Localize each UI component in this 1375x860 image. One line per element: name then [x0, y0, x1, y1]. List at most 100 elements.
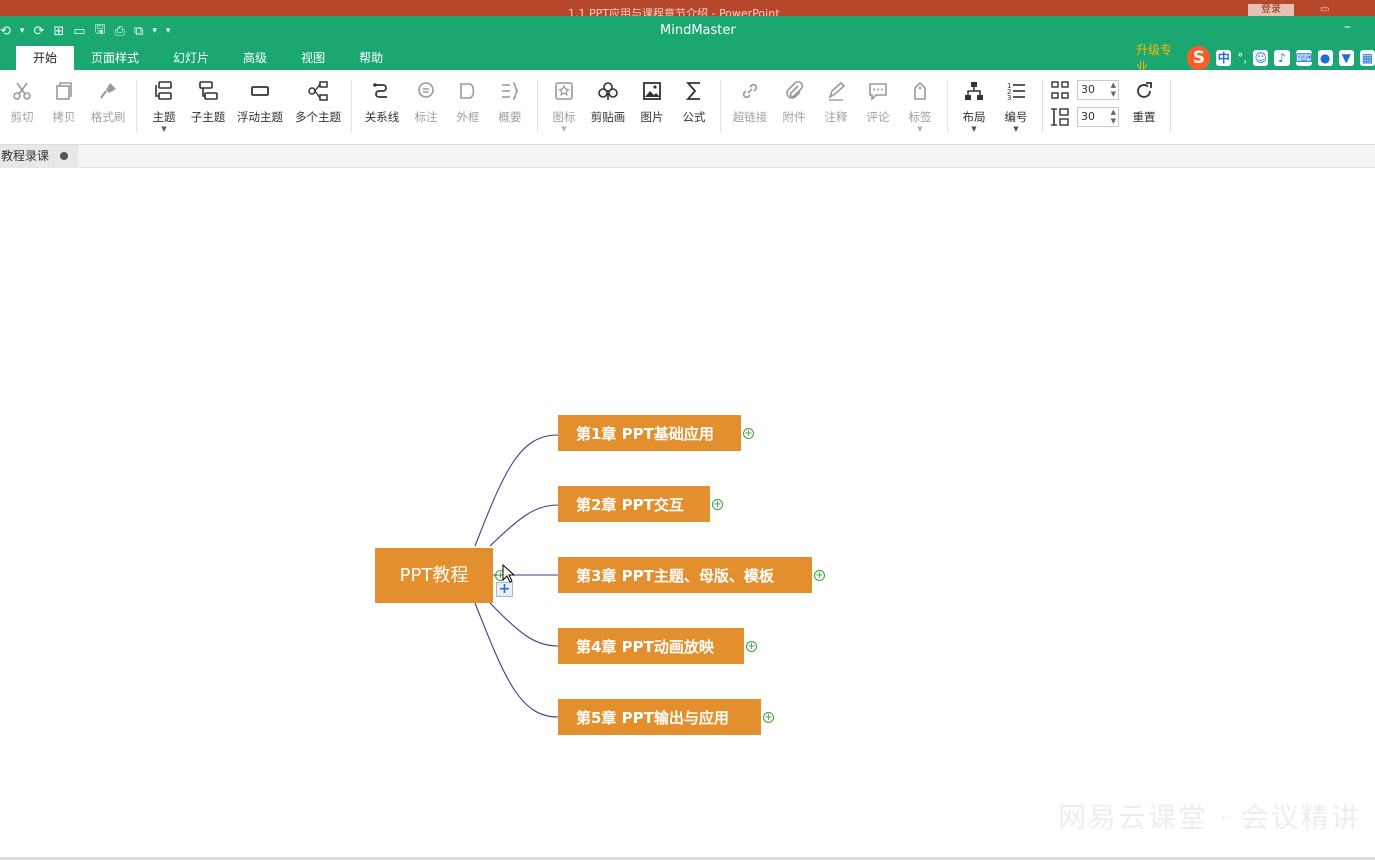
multiple-topics-icon	[308, 81, 328, 101]
comment-icon	[869, 83, 887, 101]
chevron-down-icon: ▼	[561, 125, 567, 133]
svg-text:3: 3	[1007, 94, 1011, 102]
app-window: 1.1 PPT应用与课程章节介绍 - PowerPoint 登录 ▭ ⟲ ▾ ⟳…	[0, 0, 1375, 860]
comment-button[interactable]: 评论	[856, 78, 900, 136]
open-folder-icon[interactable]: ▭	[73, 24, 85, 39]
formula-icon	[686, 82, 700, 100]
copy-button[interactable]: 拷贝	[42, 78, 86, 136]
floating-topic-label: 浮动主题	[237, 110, 283, 124]
callout-button[interactable]: 标注	[404, 78, 448, 136]
cut-button[interactable]: 剪切	[0, 78, 44, 136]
hyperlink-button[interactable]: 超链接	[728, 78, 772, 136]
horizontal-spacing-value: 30	[1081, 83, 1095, 96]
tag-icon	[914, 81, 926, 100]
topic-chapter-4[interactable]: 第4章 PPT动画放映	[558, 628, 744, 664]
quick-access-toolbar: ⟲ ▾ ⟳ ⊞ ▭ 🖫 ⎙ ⧉ ▾ ▾	[0, 20, 170, 42]
central-topic[interactable]: PPT教程	[375, 548, 493, 603]
mark-button[interactable]: 图标 ▼	[542, 78, 586, 136]
multiple-topics-button[interactable]: 多个主题	[295, 78, 341, 136]
clipart-button[interactable]: 剪贴画	[586, 78, 630, 136]
tab-slides[interactable]: 幻灯片	[156, 46, 226, 70]
summary-button[interactable]: 概要	[488, 78, 532, 136]
stepper-arrows-icon[interactable]: ▲ ▼	[1111, 81, 1116, 99]
skin-icon[interactable]: ▼	[1338, 50, 1354, 66]
formula-button[interactable]: 公式	[672, 78, 716, 136]
save-icon[interactable]: 🖫	[95, 20, 106, 42]
mark-icon	[555, 82, 573, 100]
chevron-down-icon: ▼	[1013, 125, 1019, 133]
reset-label: 重置	[1132, 110, 1156, 124]
undo-dropdown-icon[interactable]: ▾	[20, 26, 25, 36]
connector-line	[474, 434, 559, 547]
customize-qat-icon[interactable]: ▾	[166, 26, 171, 36]
floating-topic-button[interactable]: 浮动主题	[237, 78, 283, 136]
expand-icon[interactable]: +	[814, 570, 825, 581]
layout-button[interactable]: 布局 ▼	[952, 78, 996, 136]
title-bar: ⟲ ▾ ⟳ ⊞ ▭ 🖫 ⎙ ⧉ ▾ ▾ MindMaster – 开始 页面样式…	[0, 16, 1375, 74]
multiple-topics-label: 多个主题	[295, 110, 341, 124]
connector-line	[489, 602, 559, 647]
tab-home[interactable]: 开始	[16, 46, 75, 70]
mindmap-canvas[interactable]: PPT教程 + + 第1章 PPT基础应用 + 第2章 PPT交互 + 第3章 …	[0, 169, 1375, 857]
picture-button[interactable]: 图片	[630, 78, 674, 136]
print-icon[interactable]: ⎙	[115, 24, 125, 39]
topic-icon	[155, 81, 172, 100]
expand-icon[interactable]: +	[746, 641, 757, 652]
floating-topic-icon	[251, 86, 269, 96]
chevron-down-icon: ▼	[917, 125, 923, 133]
tab-advanced[interactable]: 高级	[226, 46, 284, 70]
keyboard-icon[interactable]: ⌨	[1295, 50, 1313, 66]
numbering-button[interactable]: 123 编号 ▼	[994, 78, 1038, 136]
watermark-text: 网易云课堂 · 会议精讲	[1058, 801, 1361, 834]
new-file-icon[interactable]: ⊞	[53, 24, 64, 39]
numbering-label: 编号	[1004, 110, 1028, 124]
boundary-button[interactable]: 外框	[446, 78, 490, 136]
expand-icon[interactable]: +	[743, 428, 754, 439]
expand-icon[interactable]: +	[763, 712, 774, 723]
topic-chapter-3[interactable]: 第3章 PPT主题、母版、模板	[558, 557, 812, 593]
numbering-icon: 123	[1007, 82, 1025, 102]
topic-button[interactable]: 主题 ▼	[142, 78, 186, 136]
document-tab-bar: 教程录课	[0, 145, 1375, 168]
layout-icon	[965, 82, 983, 100]
unsaved-dot-icon[interactable]	[60, 152, 68, 160]
sogou-logo-icon[interactable]: S	[1187, 46, 1211, 70]
expand-icon[interactable]: +	[712, 499, 723, 510]
subtopic-button[interactable]: 子主题	[186, 78, 230, 136]
tab-help[interactable]: 帮助	[342, 46, 400, 70]
picture-icon	[643, 82, 661, 100]
microphone-icon[interactable]: ♪	[1274, 50, 1290, 66]
punctuation-icon[interactable]: °,	[1237, 51, 1247, 65]
tab-view[interactable]: 视图	[284, 46, 342, 70]
horizontal-spacing-stepper[interactable]: 30 ▲ ▼	[1077, 80, 1119, 100]
ribbon-tabs: 开始 页面样式 幻灯片 高级 视图 帮助	[16, 46, 400, 70]
minimize-button[interactable]: –	[1344, 19, 1351, 35]
export-dropdown-icon[interactable]: ▾	[152, 26, 157, 36]
topic-chapter-1[interactable]: 第1章 PPT基础应用	[558, 415, 741, 451]
redo-icon[interactable]: ⟳	[33, 24, 44, 39]
tab-page-style[interactable]: 页面样式	[74, 46, 156, 70]
topic-chapter-5[interactable]: 第5章 PPT输出与应用	[558, 699, 761, 735]
emoji-icon[interactable]: ☺	[1253, 50, 1269, 66]
powerpoint-login-button[interactable]: 登录	[1248, 4, 1294, 16]
relationship-button[interactable]: 关系线	[360, 78, 404, 136]
add-topic-icon[interactable]: +	[496, 582, 513, 597]
chinese-mode-icon[interactable]: 中	[1216, 50, 1232, 66]
document-tab[interactable]: 教程录课	[0, 145, 78, 168]
horizontal-spacing-icon	[1051, 81, 1069, 99]
export-icon[interactable]: ⧉	[134, 24, 143, 39]
format-painter-button[interactable]: 格式刷	[86, 78, 130, 136]
topic-chapter-2[interactable]: 第2章 PPT交互	[558, 486, 710, 522]
grid-menu-icon[interactable]: ▦	[1359, 50, 1375, 66]
user-icon[interactable]: ●	[1317, 50, 1333, 66]
tag-button[interactable]: 标签 ▼	[898, 78, 942, 136]
reset-button[interactable]: 重置	[1122, 78, 1166, 136]
attachment-button[interactable]: 附件	[772, 78, 816, 136]
attachment-icon	[786, 80, 804, 99]
formula-label: 公式	[682, 110, 706, 124]
hyperlink-icon	[742, 83, 758, 99]
note-button[interactable]: 注释	[814, 78, 858, 136]
undo-icon[interactable]: ⟲	[0, 24, 11, 39]
restore-icon[interactable]: ▭	[1320, 4, 1329, 15]
subtopic-icon	[199, 81, 218, 100]
